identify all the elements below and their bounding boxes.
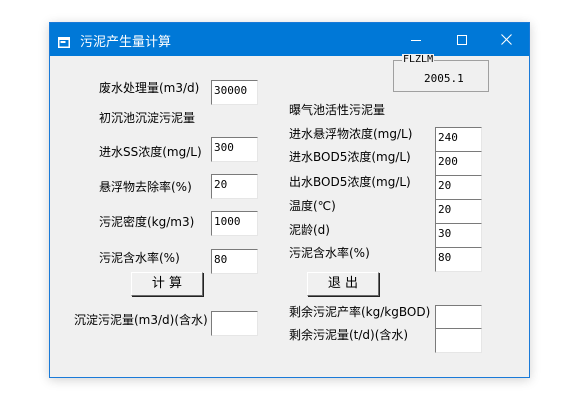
frame-legend: FLZLM [402, 54, 435, 66]
bod-out-label: 出水BOD5浓度(mg/L) [289, 175, 411, 189]
maximize-icon [456, 30, 467, 49]
form-icon [58, 33, 70, 48]
primary-sludge-header: 初沉池沉淀污泥量 [99, 111, 196, 125]
activated-sludge-header: 曝气池活性污泥量 [289, 103, 386, 117]
yield-output[interactable] [435, 305, 482, 330]
bod-in-label: 进水BOD5浓度(mg/L) [289, 150, 411, 164]
bod-in-input[interactable]: 200 [435, 151, 482, 176]
yield-label: 剩余污泥产率(kg/kgBOD) [289, 305, 431, 319]
right-ss-input[interactable]: 240 [435, 127, 482, 152]
density-label: 污泥密度(kg/m3) [99, 215, 195, 229]
result-label: 沉淀污泥量(m3/d)(含水) [74, 313, 208, 327]
density-input[interactable]: 1000 [211, 211, 258, 236]
flow-label: 废水处理量(m3/d) [99, 81, 200, 95]
minimize-button[interactable] [393, 23, 438, 56]
excess-sludge-output[interactable] [435, 328, 482, 353]
sludge-age-input[interactable]: 30 [435, 223, 482, 248]
right-moisture-label: 污泥含水率(%) [289, 246, 370, 260]
sludge-age-label: 泥龄(d) [289, 223, 330, 237]
frame-version: 2005.1 [424, 72, 464, 85]
calculate-button[interactable]: 计 算 [131, 272, 203, 296]
removal-label: 悬浮物去除率(%) [99, 180, 192, 194]
right-ss-label: 进水悬浮物浓度(mg/L) [289, 127, 413, 141]
close-icon [501, 30, 512, 49]
temperature-label: 温度(℃) [289, 199, 336, 213]
minimize-icon [410, 30, 421, 49]
close-button[interactable] [484, 23, 529, 56]
ss-input[interactable]: 300 [211, 137, 258, 162]
app-window: 污泥产生量计算 废水处理量(m3/d) 30000 初沉池沉淀污泥量 进水SS浓… [49, 22, 530, 378]
excess-sludge-label: 剩余污泥量(t/d)(含水) [289, 328, 409, 342]
temperature-input[interactable]: 20 [435, 199, 482, 224]
window-title: 污泥产生量计算 [80, 35, 172, 50]
result-output[interactable] [211, 311, 258, 336]
removal-input[interactable]: 20 [211, 174, 258, 199]
maximize-button[interactable] [439, 23, 484, 56]
ss-label: 进水SS浓度(mg/L) [99, 145, 202, 159]
exit-button[interactable]: 退 出 [307, 272, 379, 296]
bod-out-input[interactable]: 20 [435, 175, 482, 200]
moisture-input[interactable]: 80 [211, 249, 258, 274]
title-bar[interactable]: 污泥产生量计算 [50, 23, 529, 56]
flow-input[interactable]: 30000 [211, 80, 258, 105]
right-moisture-input[interactable]: 80 [435, 247, 482, 272]
moisture-label: 污泥含水率(%) [99, 251, 180, 265]
